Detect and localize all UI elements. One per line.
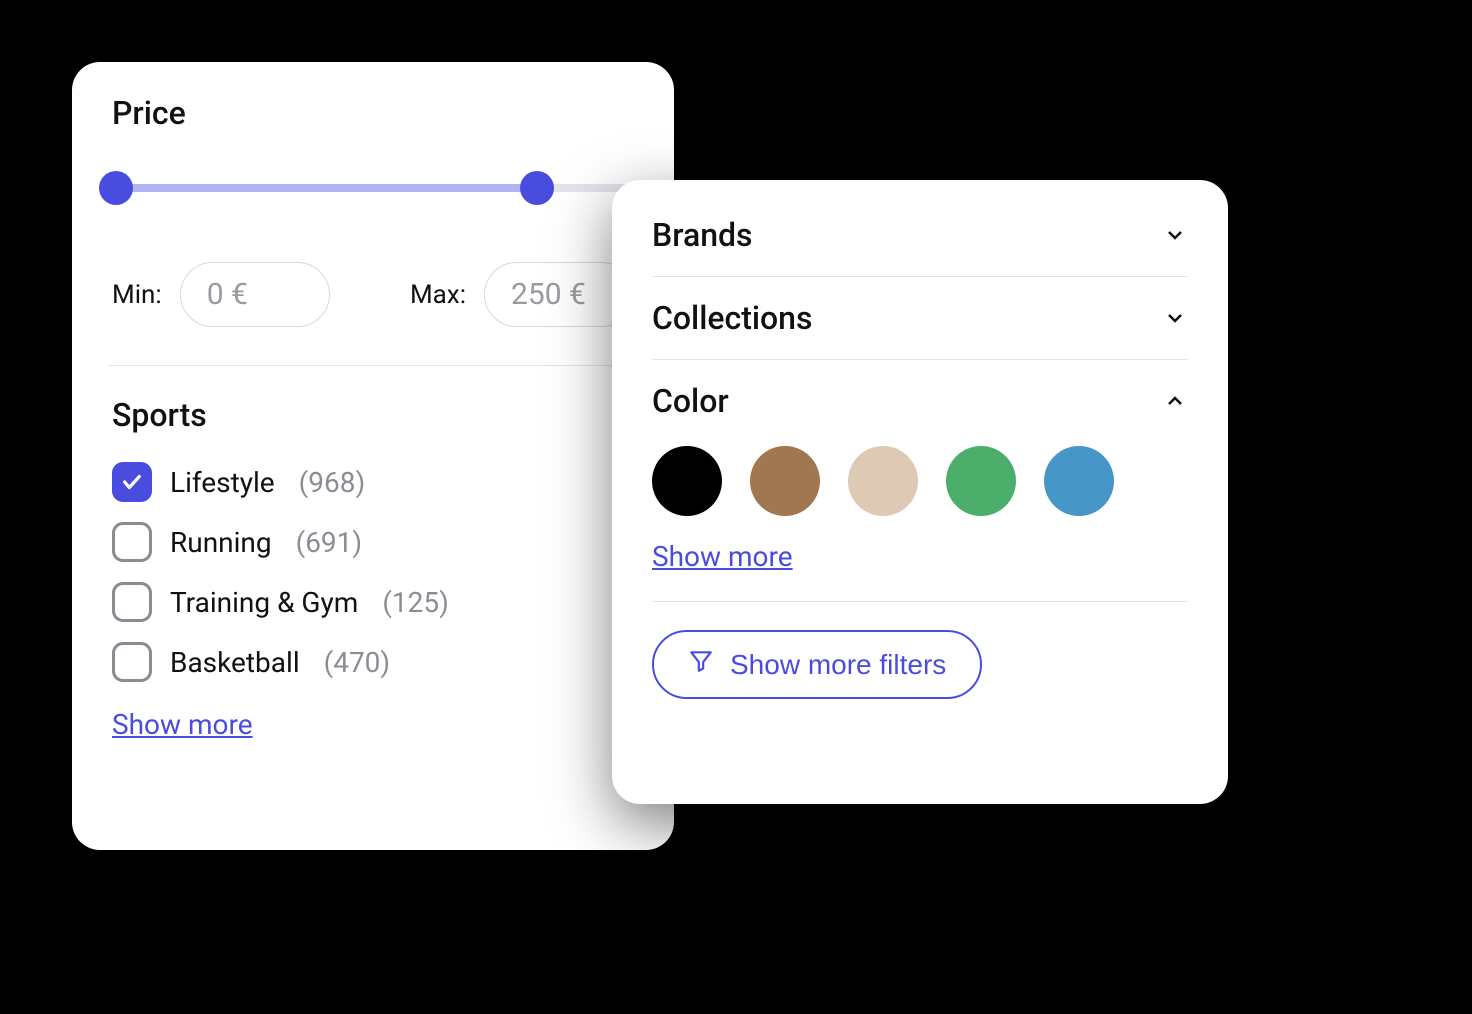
sports-checkbox-list: Lifestyle (968) Running (691) Training &…	[112, 462, 634, 682]
min-price-input[interactable]: 0 €	[180, 262, 330, 327]
checkbox-count: (125)	[382, 586, 449, 619]
price-title: Price	[112, 94, 634, 132]
filter-card-price-sports: Price Min: 0 € Max: 250 € Sports Lifesty…	[72, 62, 674, 850]
color-swatch-green[interactable]	[946, 446, 1016, 516]
checkbox-label: Basketball	[170, 646, 300, 679]
checkbox-label: Running	[170, 526, 272, 559]
chevron-down-icon	[1162, 222, 1188, 248]
brands-title: Brands	[652, 216, 753, 254]
filter-card-brands-color: Brands Collections Color Show more	[612, 180, 1228, 804]
sports-item-training[interactable]: Training & Gym (125)	[112, 582, 634, 622]
checkbox-icon[interactable]	[112, 462, 152, 502]
brands-accordion[interactable]: Brands	[652, 212, 1188, 277]
chevron-up-icon[interactable]	[1162, 388, 1188, 414]
checkbox-label: Lifestyle	[170, 466, 275, 499]
min-label: Min:	[112, 280, 162, 310]
color-swatch-brown[interactable]	[750, 446, 820, 516]
divider	[108, 365, 638, 366]
sports-item-running[interactable]: Running (691)	[112, 522, 634, 562]
checkbox-icon[interactable]	[112, 582, 152, 622]
checkbox-count: (470)	[324, 646, 391, 679]
checkbox-icon[interactable]	[112, 642, 152, 682]
checkbox-label: Training & Gym	[170, 586, 358, 619]
color-show-more-link[interactable]: Show more	[652, 540, 793, 573]
color-swatch-blue[interactable]	[1044, 446, 1114, 516]
color-title: Color	[652, 382, 729, 420]
show-more-filters-label: Show more filters	[730, 649, 946, 681]
color-swatch-beige[interactable]	[848, 446, 918, 516]
slider-handle-max[interactable]	[520, 171, 554, 205]
collections-accordion[interactable]: Collections	[652, 277, 1188, 360]
filter-icon	[688, 648, 714, 681]
sports-item-basketball[interactable]: Basketball (470)	[112, 642, 634, 682]
price-minmax-row: Min: 0 € Max: 250 €	[112, 262, 634, 327]
slider-handle-min[interactable]	[99, 171, 133, 205]
checkbox-count: (691)	[296, 526, 363, 559]
checkbox-icon[interactable]	[112, 522, 152, 562]
checkbox-count: (968)	[299, 466, 366, 499]
color-section: Color Show more	[652, 360, 1188, 602]
slider-fill	[116, 184, 537, 192]
sports-show-more-link[interactable]: Show more	[112, 708, 253, 741]
color-swatch-row	[652, 446, 1188, 516]
sports-title: Sports	[112, 396, 634, 434]
show-more-filters-button[interactable]: Show more filters	[652, 630, 982, 699]
color-swatch-black[interactable]	[652, 446, 722, 516]
chevron-down-icon	[1162, 305, 1188, 331]
price-slider[interactable]	[116, 170, 630, 206]
sports-item-lifestyle[interactable]: Lifestyle (968)	[112, 462, 634, 502]
max-label: Max:	[410, 280, 466, 310]
collections-title: Collections	[652, 299, 812, 337]
